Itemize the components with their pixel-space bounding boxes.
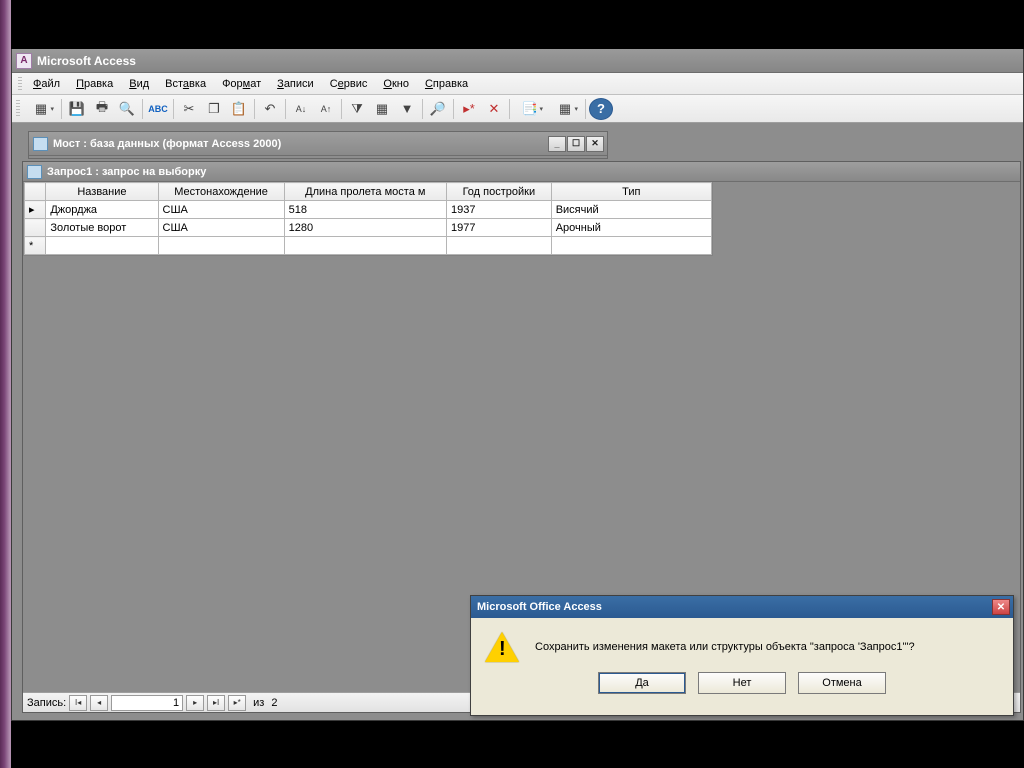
- cell-span[interactable]: 1280: [284, 219, 446, 237]
- dialog-close-button[interactable]: ✕: [992, 599, 1010, 615]
- new-record-row[interactable]: *: [25, 237, 712, 255]
- undo-button[interactable]: ↶: [258, 98, 282, 120]
- nav-first-button[interactable]: I◂: [69, 695, 87, 711]
- slide-decoration: [0, 0, 11, 768]
- menu-help[interactable]: Справка: [418, 75, 475, 93]
- cell-type[interactable]: Арочный: [551, 219, 711, 237]
- db-window-icon: [33, 137, 48, 151]
- record-of-label: из: [253, 697, 264, 709]
- filter-selection-button[interactable]: ⧩: [345, 98, 369, 120]
- access-app-icon: A: [16, 53, 32, 69]
- record-total: 2: [271, 697, 277, 709]
- menu-records[interactable]: Записи: [270, 75, 321, 93]
- menu-file[interactable]: Файл: [26, 75, 67, 93]
- menu-edit[interactable]: Правка: [69, 75, 120, 93]
- header-row: Название Местонахождение Длина пролета м…: [25, 183, 712, 201]
- menu-format[interactable]: Формат: [215, 75, 268, 93]
- db-minimize-button[interactable]: _: [548, 136, 566, 152]
- row-selector-new[interactable]: *: [25, 237, 46, 255]
- warning-icon: !: [485, 632, 519, 662]
- dialog-yes-button[interactable]: Да: [598, 672, 686, 694]
- dialog-no-button[interactable]: Нет: [698, 672, 786, 694]
- nav-last-button[interactable]: ▸I: [207, 695, 225, 711]
- dialog-titlebar[interactable]: Microsoft Office Access ✕: [471, 596, 1013, 618]
- col-header-span[interactable]: Длина пролета моста м: [284, 183, 446, 201]
- menu-view[interactable]: Вид: [122, 75, 156, 93]
- cell-span[interactable]: 518: [284, 201, 446, 219]
- print-button[interactable]: 🖶: [90, 98, 114, 120]
- table-row[interactable]: ▸ Джорджа США 518 1937 Висячий: [25, 201, 712, 219]
- db-window-button[interactable]: 📑: [513, 98, 547, 120]
- select-all-corner[interactable]: [25, 183, 46, 201]
- new-record-button[interactable]: ▸*: [457, 98, 481, 120]
- apply-filter-button[interactable]: ▼: [395, 98, 419, 120]
- db-close-button[interactable]: ✕: [586, 136, 604, 152]
- row-selector[interactable]: [25, 219, 46, 237]
- main-toolbar: ▦ 💾 🖶 🔍 ABC ✂ ❐ 📋 ↶ A↓ A↑ ⧩ ▦ ▼ 🔎 ▸* ✕ 📑…: [12, 95, 1023, 123]
- record-number-input[interactable]: [111, 695, 183, 711]
- menu-insert[interactable]: Вставка: [158, 75, 213, 93]
- new-object-button[interactable]: ▦: [548, 98, 582, 120]
- copy-button[interactable]: ❐: [202, 98, 226, 120]
- sort-desc-button[interactable]: A↑: [314, 98, 338, 120]
- main-titlebar: A Microsoft Access: [12, 49, 1023, 73]
- dialog-message: Сохранить изменения макета или структуры…: [535, 641, 915, 653]
- app-title: Microsoft Access: [37, 54, 136, 68]
- find-button[interactable]: 🔎: [426, 98, 450, 120]
- nav-new-button[interactable]: ▸*: [228, 695, 246, 711]
- record-label: Запись:: [27, 697, 66, 709]
- col-header-type[interactable]: Тип: [551, 183, 711, 201]
- help-button[interactable]: ?: [589, 98, 613, 120]
- dialog-cancel-button[interactable]: Отмена: [798, 672, 886, 694]
- nav-prev-button[interactable]: ◂: [90, 695, 108, 711]
- nav-next-button[interactable]: ▸: [186, 695, 204, 711]
- cell-location[interactable]: США: [158, 201, 284, 219]
- filter-form-button[interactable]: ▦: [370, 98, 394, 120]
- cell-name[interactable]: Золотые ворот: [46, 219, 158, 237]
- datasheet-grid[interactable]: Название Местонахождение Длина пролета м…: [23, 182, 713, 256]
- main-menubar: Файл Правка Вид Вставка Формат Записи Се…: [12, 73, 1023, 95]
- database-window[interactable]: Мост : база данных (формат Access 2000) …: [28, 131, 608, 159]
- db-maximize-button[interactable]: ☐: [567, 136, 585, 152]
- dialog-title: Microsoft Office Access: [477, 601, 602, 613]
- delete-record-button[interactable]: ✕: [482, 98, 506, 120]
- cell-location[interactable]: США: [158, 219, 284, 237]
- cell-year[interactable]: 1937: [446, 201, 551, 219]
- view-mode-button[interactable]: ▦: [24, 98, 58, 120]
- paste-button[interactable]: 📋: [227, 98, 251, 120]
- cell-year[interactable]: 1977: [446, 219, 551, 237]
- save-button[interactable]: 💾: [65, 98, 89, 120]
- col-header-name[interactable]: Название: [46, 183, 158, 201]
- sort-asc-button[interactable]: A↓: [289, 98, 313, 120]
- menubar-grip[interactable]: [18, 77, 22, 91]
- col-header-location[interactable]: Местонахождение: [158, 183, 284, 201]
- menu-service[interactable]: Сервис: [323, 75, 375, 93]
- print-preview-button[interactable]: 🔍: [115, 98, 139, 120]
- db-window-title: Мост : база данных (формат Access 2000): [53, 138, 281, 150]
- table-row[interactable]: Золотые ворот США 1280 1977 Арочный: [25, 219, 712, 237]
- query-titlebar[interactable]: Запрос1 : запрос на выборку: [23, 162, 1020, 182]
- cell-name[interactable]: Джорджа: [46, 201, 158, 219]
- toolbar-grip[interactable]: [16, 100, 20, 118]
- menu-window[interactable]: Окно: [376, 75, 416, 93]
- query-window-icon: [27, 165, 42, 179]
- save-changes-dialog: Microsoft Office Access ✕ ! Сохранить из…: [470, 595, 1014, 716]
- spellcheck-button[interactable]: ABC: [146, 98, 170, 120]
- query-window-title: Запрос1 : запрос на выборку: [47, 166, 206, 178]
- cell-type[interactable]: Висячий: [551, 201, 711, 219]
- cut-button[interactable]: ✂: [177, 98, 201, 120]
- col-header-year[interactable]: Год постройки: [446, 183, 551, 201]
- row-selector-current[interactable]: ▸: [25, 201, 46, 219]
